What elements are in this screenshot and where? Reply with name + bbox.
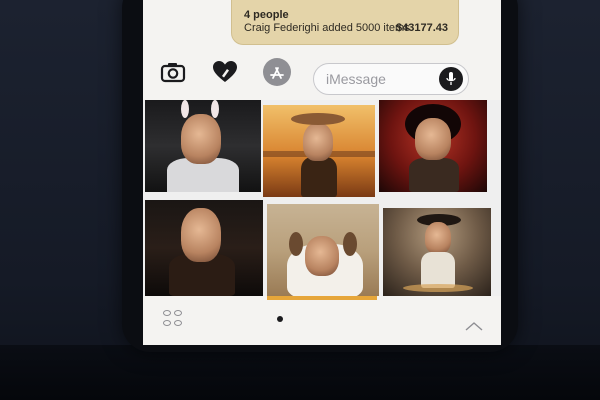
sticker-figure-body [421, 252, 455, 288]
sticker-face [305, 236, 339, 276]
app-drawer-bar [143, 300, 501, 345]
sticker-face [303, 123, 333, 161]
sticker-face [415, 118, 451, 160]
bubble-detail: Craig Federighi added 5000 items [244, 22, 410, 34]
digital-touch-button[interactable] [211, 58, 239, 86]
cowboy-hat [291, 113, 345, 125]
sticker-figure-body [301, 157, 337, 197]
adventurer-sticker[interactable] [383, 208, 491, 296]
camera-icon [160, 63, 186, 83]
chevron-up-icon [465, 322, 483, 331]
compose-toolbar: iMessage [143, 50, 501, 95]
message-bubble[interactable]: 4 people $43177.43 Craig Federighi added… [231, 0, 459, 45]
red-background-sticker[interactable] [379, 100, 487, 192]
bubble-people-count: 4 people [244, 9, 289, 21]
stage-background [0, 345, 600, 400]
sticker-grid [143, 100, 501, 301]
microphone-button[interactable] [439, 67, 463, 91]
bunny-ears-sticker[interactable] [145, 100, 261, 192]
expand-button[interactable] [465, 318, 483, 331]
page-indicator-dot [277, 316, 283, 322]
messages-screen: 4 people $43177.43 Craig Federighi added… [143, 0, 501, 345]
dog-sticker[interactable] [267, 204, 379, 296]
microphone-icon [446, 72, 456, 85]
app-drawer-button[interactable] [161, 308, 191, 334]
bunny-ear-left [181, 100, 189, 118]
sticker-face [425, 222, 451, 254]
dark-portrait-sticker[interactable] [145, 200, 263, 296]
app-store-icon [270, 67, 284, 79]
ground-light [403, 284, 473, 292]
sticker-figure-body [409, 158, 459, 192]
bunny-ear-right [211, 100, 219, 118]
cowboy-sticker[interactable] [263, 105, 375, 197]
sticker-face [181, 114, 221, 164]
sticker-face [181, 208, 221, 262]
heart-hand-icon [213, 61, 237, 82]
app-store-button[interactable] [263, 58, 291, 86]
dog-ear-right [343, 232, 357, 256]
camera-button[interactable] [159, 58, 187, 86]
dog-ear-left [289, 232, 303, 256]
